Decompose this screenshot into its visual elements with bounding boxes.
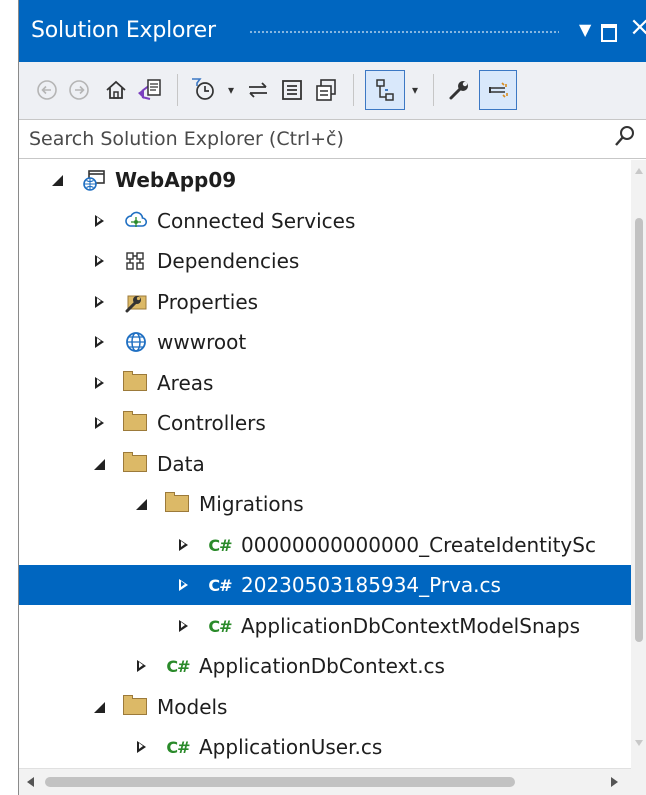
tree-item-label: Controllers — [157, 411, 266, 435]
collapsed-arrow-icon[interactable] — [91, 403, 107, 443]
scroll-down-arrow[interactable] — [635, 740, 643, 746]
collapsed-arrow-icon[interactable] — [175, 606, 191, 646]
title-bar[interactable]: Solution Explorer ▼ × — [19, 0, 646, 62]
scroll-left-arrow[interactable] — [27, 777, 34, 787]
toolbar: ▾ ▾ — [19, 62, 646, 119]
preview-selected-items-icon[interactable] — [365, 70, 405, 110]
folder-icon — [123, 370, 149, 396]
connected-services-icon — [123, 208, 149, 234]
tree-item-label: Dependencies — [157, 249, 300, 273]
home-icon[interactable] — [101, 70, 131, 110]
solution-tree[interactable]: WebApp09 Connected Services Dependencies Pr… — [19, 160, 631, 768]
globe-icon — [123, 329, 149, 355]
tree-item-label: ApplicationDbContext.cs — [199, 654, 445, 678]
folder-icon — [123, 410, 149, 436]
tree-item-label: Connected Services — [157, 209, 356, 233]
maximize-icon[interactable] — [601, 24, 617, 42]
search-icon[interactable] — [613, 124, 637, 152]
folder-icon — [165, 491, 191, 517]
scroll-up-arrow[interactable] — [635, 168, 643, 174]
tree-item-label: wwwroot — [157, 330, 247, 354]
horizontal-scroll-thumb[interactable] — [45, 777, 515, 787]
tree-item[interactable]: WebApp09 — [19, 160, 631, 200]
collapsed-arrow-icon[interactable] — [91, 241, 107, 281]
tree-item-label: Models — [157, 695, 228, 719]
tree-item-label: ApplicationUser.cs — [199, 735, 383, 759]
tree-item-label: 00000000000000_CreateIdentitySc — [241, 533, 596, 557]
drag-grip[interactable] — [249, 30, 559, 34]
tree-item-label: WebApp09 — [115, 168, 237, 192]
collapsed-arrow-icon[interactable] — [91, 201, 107, 241]
folder-icon — [123, 694, 149, 720]
tree-item[interactable]: Connected Services — [19, 201, 631, 241]
window-title: Solution Explorer — [31, 18, 216, 43]
tree-item[interactable]: C# 20230503185934_Prva.cs — [19, 565, 631, 605]
search-box[interactable] — [19, 119, 646, 159]
search-input[interactable] — [29, 124, 589, 154]
tree-item[interactable]: Properties — [19, 282, 631, 322]
tree-item[interactable]: C# ApplicationDbContextModelSnaps — [19, 606, 631, 646]
collapsed-arrow-icon[interactable] — [91, 322, 107, 362]
forward-icon[interactable] — [65, 70, 93, 110]
properties-icon[interactable] — [443, 70, 475, 110]
expanded-arrow-icon[interactable] — [91, 687, 107, 727]
collapsed-arrow-icon[interactable] — [91, 282, 107, 322]
collapse-all-icon[interactable] — [277, 70, 307, 110]
scroll-right-arrow[interactable] — [611, 777, 618, 787]
tree-item[interactable]: Dependencies — [19, 241, 631, 281]
csharp-file-icon: C# — [166, 656, 190, 676]
tree-item[interactable]: Areas — [19, 363, 631, 403]
show-all-files-icon[interactable] — [311, 70, 341, 110]
tree-item[interactable]: Migrations — [19, 484, 631, 524]
sync-with-active-document-icon[interactable] — [243, 70, 273, 110]
preview-dropdown-icon[interactable]: ▾ — [407, 70, 423, 110]
tree-item[interactable]: Models — [19, 687, 631, 727]
csharp-file-icon: C# — [208, 575, 232, 595]
switch-views-icon[interactable] — [133, 70, 165, 110]
expanded-arrow-icon[interactable] — [133, 484, 149, 524]
vertical-scrollbar[interactable] — [631, 160, 646, 768]
tree-item[interactable]: C# 00000000000000_CreateIdentitySc — [19, 525, 631, 565]
tree-item-label: Areas — [157, 371, 214, 395]
scrollbar-corner — [631, 768, 646, 795]
csharp-file-icon: C# — [166, 737, 190, 757]
properties-folder-icon — [123, 289, 149, 315]
solution-explorer-window: Solution Explorer ▼ × ▾ ▾ Search Solutio… — [18, 0, 646, 795]
collapsed-arrow-icon[interactable] — [133, 727, 149, 767]
window-position-dropdown-icon[interactable]: ▼ — [579, 20, 591, 39]
tree-item[interactable]: C# ApplicationUser.cs — [19, 727, 631, 767]
collapsed-arrow-icon[interactable] — [133, 646, 149, 686]
pending-changes-filter-icon[interactable] — [187, 70, 221, 110]
tree-item[interactable]: C# ApplicationDbContext.cs — [19, 646, 631, 686]
collapsed-arrow-icon[interactable] — [91, 363, 107, 403]
expanded-arrow-icon[interactable] — [91, 444, 107, 484]
dependencies-icon — [123, 248, 149, 274]
close-icon[interactable]: × — [629, 14, 646, 40]
folder-icon — [123, 451, 149, 477]
tree-item[interactable]: Controllers — [19, 403, 631, 443]
tree-item-label: ApplicationDbContextModelSnaps — [241, 614, 580, 638]
tree-item[interactable]: wwwroot — [19, 322, 631, 362]
collapsed-arrow-icon[interactable] — [175, 565, 191, 605]
vertical-scroll-thumb[interactable] — [635, 218, 643, 642]
expanded-arrow-icon[interactable] — [49, 160, 65, 200]
tree-item-label: Data — [157, 452, 205, 476]
filter-dropdown-icon[interactable]: ▾ — [223, 70, 239, 110]
tree-item-label: 20230503185934_Prva.cs — [241, 573, 501, 597]
toolbar-separator — [353, 74, 354, 106]
csharp-file-icon: C# — [208, 616, 232, 636]
tree-item[interactable]: Data — [19, 444, 631, 484]
toolbar-separator — [177, 74, 178, 106]
back-icon[interactable] — [33, 70, 61, 110]
csharp-file-icon: C# — [208, 535, 232, 555]
pin-preview-icon[interactable] — [479, 70, 517, 110]
tree-item-label: Properties — [157, 290, 259, 314]
project-icon — [81, 167, 107, 193]
collapsed-arrow-icon[interactable] — [175, 525, 191, 565]
horizontal-scrollbar[interactable] — [19, 768, 631, 795]
toolbar-separator — [433, 74, 434, 106]
tree-item-label: Migrations — [199, 492, 304, 516]
